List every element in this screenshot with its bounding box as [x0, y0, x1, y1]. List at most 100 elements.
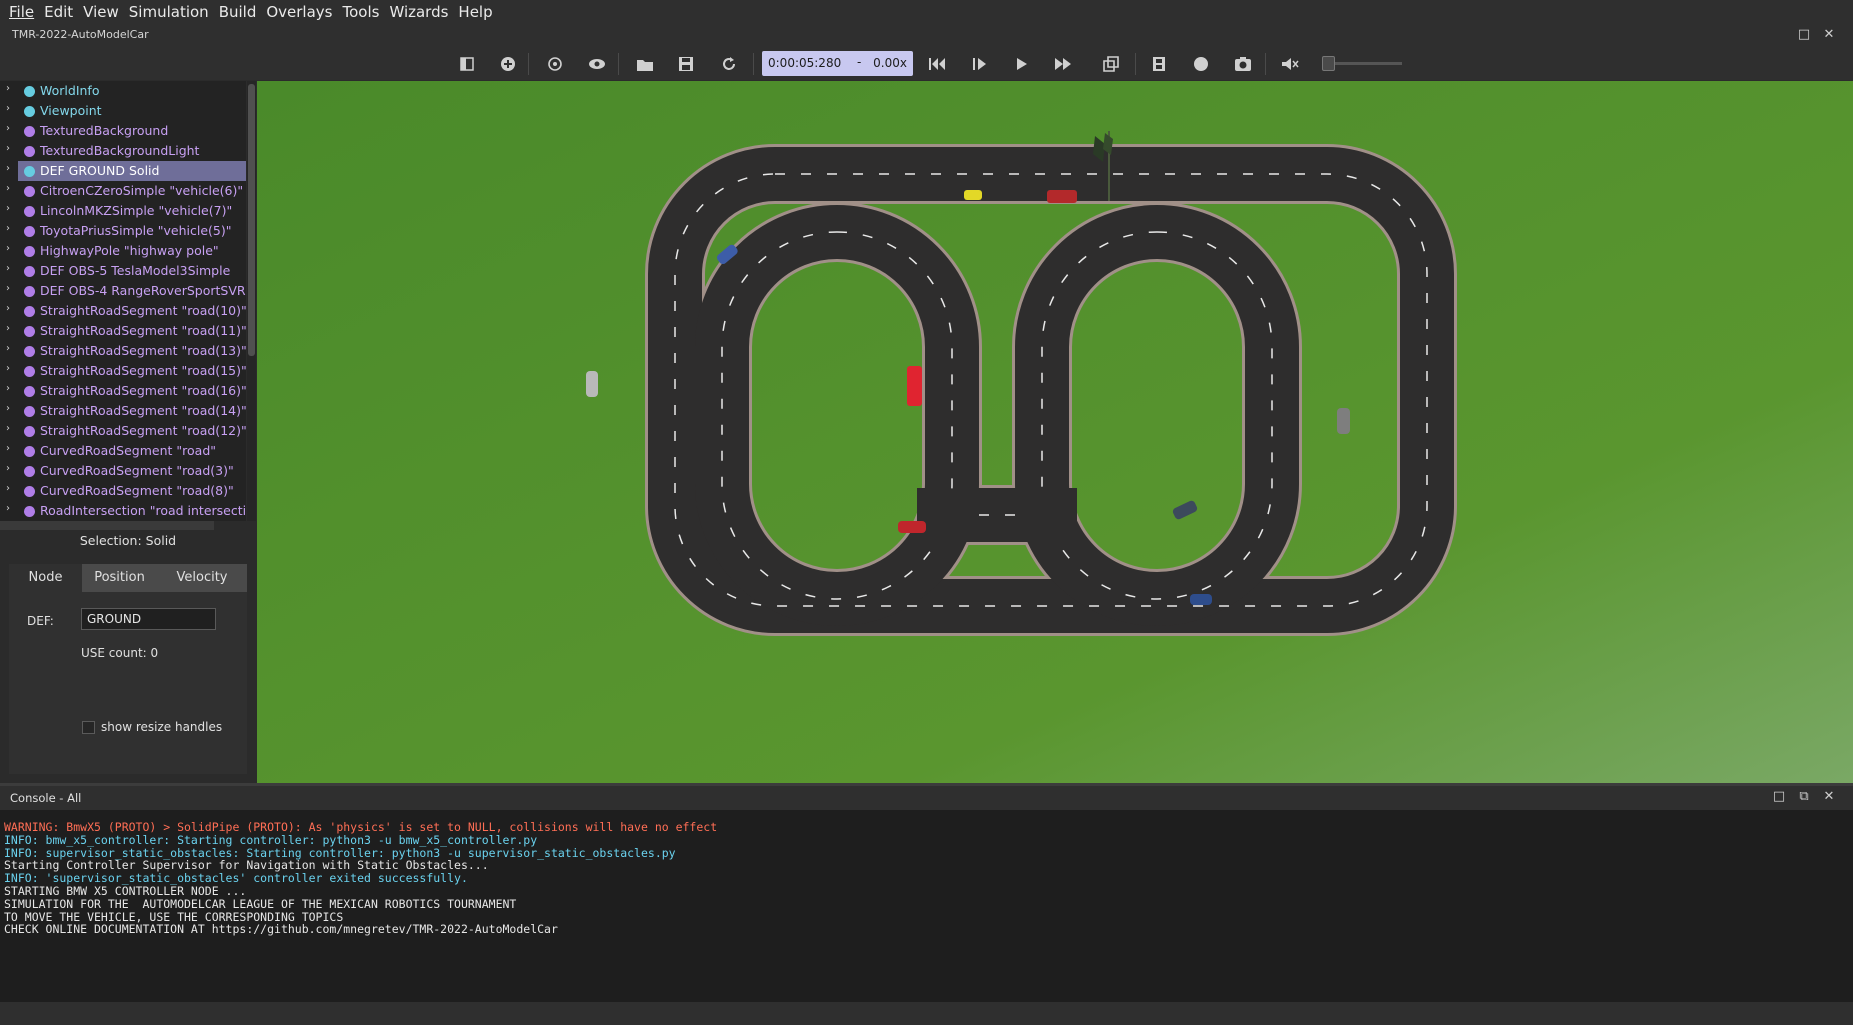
expand-arrow-icon[interactable]: ›	[6, 83, 10, 94]
expand-arrow-icon[interactable]: ›	[6, 503, 10, 514]
scene-tree-item[interactable]: › ToyotaPriusSimple "vehicle(5)"	[0, 221, 246, 241]
scene-tree-item[interactable]: › CurvedRoadSegment "road(8)"	[0, 481, 246, 501]
scene-tree-item[interactable]: › DEF OBS-4 RangeRoverSportSVRSi	[0, 281, 246, 301]
node-type-icon	[24, 386, 35, 397]
scene-tree-item[interactable]: › LincolnMKZSimple "vehicle(7)"	[0, 201, 246, 221]
viewpoint-rotate-icon[interactable]	[544, 53, 566, 75]
menu-edit[interactable]: Edit	[39, 0, 78, 24]
node-type-icon	[24, 466, 35, 477]
rendering-icon[interactable]	[1100, 53, 1122, 75]
3d-view[interactable]	[257, 81, 1853, 783]
save-icon[interactable]	[675, 53, 697, 75]
menu-overlays[interactable]: Overlays	[261, 0, 337, 24]
toolbar-separator	[1265, 53, 1266, 75]
expand-arrow-icon[interactable]: ›	[6, 163, 10, 174]
scene-tree-item-label: ToyotaPriusSimple "vehicle(5)"	[40, 223, 232, 238]
show-resize-handles-checkbox[interactable]	[82, 721, 95, 734]
expand-arrow-icon[interactable]: ›	[6, 463, 10, 474]
fast-forward-icon[interactable]	[1052, 53, 1074, 75]
expand-arrow-icon[interactable]: ›	[6, 443, 10, 454]
expand-arrow-icon[interactable]: ›	[6, 123, 10, 134]
scene-tree-item[interactable]: › StraightRoadSegment "road(11)"	[0, 321, 246, 341]
menu-tools[interactable]: Tools	[337, 0, 384, 24]
simulation-time-display: 0:00:05:280 - 0.00x	[762, 51, 913, 76]
title-bar: TMR-2022-AutoModelCar □ ✕	[0, 24, 1853, 46]
menu-file[interactable]: File	[4, 0, 39, 24]
step-icon[interactable]	[968, 53, 990, 75]
scene-tree-item[interactable]: › WorldInfo	[0, 81, 246, 101]
def-label: DEF:	[27, 614, 54, 628]
scene-tree-item-label: RoadIntersection "road intersection	[40, 503, 246, 518]
close-icon[interactable]: ✕	[1821, 27, 1837, 43]
scene-tree-item[interactable]: › StraightRoadSegment "road(15)"	[0, 361, 246, 381]
expand-arrow-icon[interactable]: ›	[6, 363, 10, 374]
tab-position[interactable]: Position	[82, 564, 157, 592]
console-maximize-icon[interactable]: □	[1771, 789, 1787, 805]
mute-icon[interactable]	[1279, 53, 1301, 75]
expand-arrow-icon[interactable]: ›	[6, 403, 10, 414]
field-editor-tabs: Node Position Velocity	[9, 564, 247, 592]
reload-icon[interactable]	[718, 53, 740, 75]
scene-tree-scroll-thumb[interactable]	[248, 84, 255, 356]
toggle-scene-tree-icon[interactable]	[456, 53, 478, 75]
tab-node[interactable]: Node	[9, 564, 82, 592]
maximize-icon[interactable]: □	[1796, 27, 1812, 43]
scene-tree-item[interactable]: › StraightRoadSegment "road(13)"	[0, 341, 246, 361]
scene-tree-item[interactable]: › RoadIntersection "road intersection	[0, 501, 246, 521]
expand-arrow-icon[interactable]: ›	[6, 263, 10, 274]
expand-arrow-icon[interactable]: ›	[6, 483, 10, 494]
scene-tree-item[interactable]: › DEF GROUND Solid	[0, 161, 246, 181]
console-float-icon[interactable]: ⧉	[1796, 789, 1812, 805]
scene-tree-item[interactable]: › TexturedBackgroundLight	[0, 141, 246, 161]
def-name-field[interactable]: GROUND	[81, 608, 216, 630]
menu-simulation[interactable]: Simulation	[124, 0, 214, 24]
expand-arrow-icon[interactable]: ›	[6, 103, 10, 114]
menu-help[interactable]: Help	[453, 0, 497, 24]
scene-tree-item-label: CitroenCZeroSimple "vehicle(6)"	[40, 183, 244, 198]
volume-slider-handle[interactable]	[1322, 56, 1335, 71]
scene-tree-item[interactable]: › CitroenCZeroSimple "vehicle(6)"	[0, 181, 246, 201]
vehicle-red-bus	[907, 366, 922, 406]
eye-icon[interactable]	[586, 53, 608, 75]
scene-tree-item[interactable]: › StraightRoadSegment "road(12)"	[0, 421, 246, 441]
menu-view[interactable]: View	[78, 0, 124, 24]
play-icon[interactable]	[1010, 53, 1032, 75]
expand-arrow-icon[interactable]: ›	[6, 143, 10, 154]
scene-tree-item[interactable]: › StraightRoadSegment "road(10)"	[0, 301, 246, 321]
scene-tree-item[interactable]: › DEF OBS-5 TeslaModel3Simple	[0, 261, 246, 281]
expand-arrow-icon[interactable]: ›	[6, 243, 10, 254]
scene-tree-item[interactable]: › TexturedBackground	[0, 121, 246, 141]
menu-wizards[interactable]: Wizards	[384, 0, 453, 24]
expand-arrow-icon[interactable]: ›	[6, 303, 10, 314]
scene-tree-item-label: DEF OBS-4 RangeRoverSportSVRSi	[40, 283, 246, 298]
menu-build[interactable]: Build	[214, 0, 262, 24]
expand-arrow-icon[interactable]: ›	[6, 223, 10, 234]
field-editor: Selection: Solid Node Position Velocity …	[0, 530, 256, 780]
scene-tree-horizontal-scrollbar[interactable]	[0, 521, 214, 530]
expand-arrow-icon[interactable]: ›	[6, 183, 10, 194]
add-node-icon[interactable]	[497, 53, 519, 75]
expand-arrow-icon[interactable]: ›	[6, 423, 10, 434]
expand-arrow-icon[interactable]: ›	[6, 283, 10, 294]
scene-tree-item[interactable]: › HighwayPole "highway pole"	[0, 241, 246, 261]
record-movie-icon[interactable]	[1148, 53, 1170, 75]
screenshot-icon[interactable]	[1232, 53, 1254, 75]
expand-arrow-icon[interactable]: ›	[6, 323, 10, 334]
scene-tree-item[interactable]: › CurvedRoadSegment "road"	[0, 441, 246, 461]
expand-arrow-icon[interactable]: ›	[6, 383, 10, 394]
expand-arrow-icon[interactable]: ›	[6, 203, 10, 214]
scene-tree-item[interactable]: › StraightRoadSegment "road(14)"	[0, 401, 246, 421]
simulation-scene	[257, 81, 1853, 783]
vehicle-navy	[1190, 594, 1212, 605]
record-icon[interactable]	[1190, 53, 1212, 75]
expand-arrow-icon[interactable]: ›	[6, 343, 10, 354]
node-type-icon	[24, 106, 35, 117]
scene-tree-item[interactable]: › CurvedRoadSegment "road(3)"	[0, 461, 246, 481]
open-folder-icon[interactable]	[634, 53, 656, 75]
console-close-icon[interactable]: ✕	[1821, 789, 1837, 805]
window-title: TMR-2022-AutoModelCar	[12, 28, 149, 41]
tab-velocity[interactable]: Velocity	[157, 564, 247, 592]
reset-simulation-icon[interactable]	[926, 53, 948, 75]
scene-tree-item[interactable]: › StraightRoadSegment "road(16)"	[0, 381, 246, 401]
scene-tree-item[interactable]: › Viewpoint	[0, 101, 246, 121]
